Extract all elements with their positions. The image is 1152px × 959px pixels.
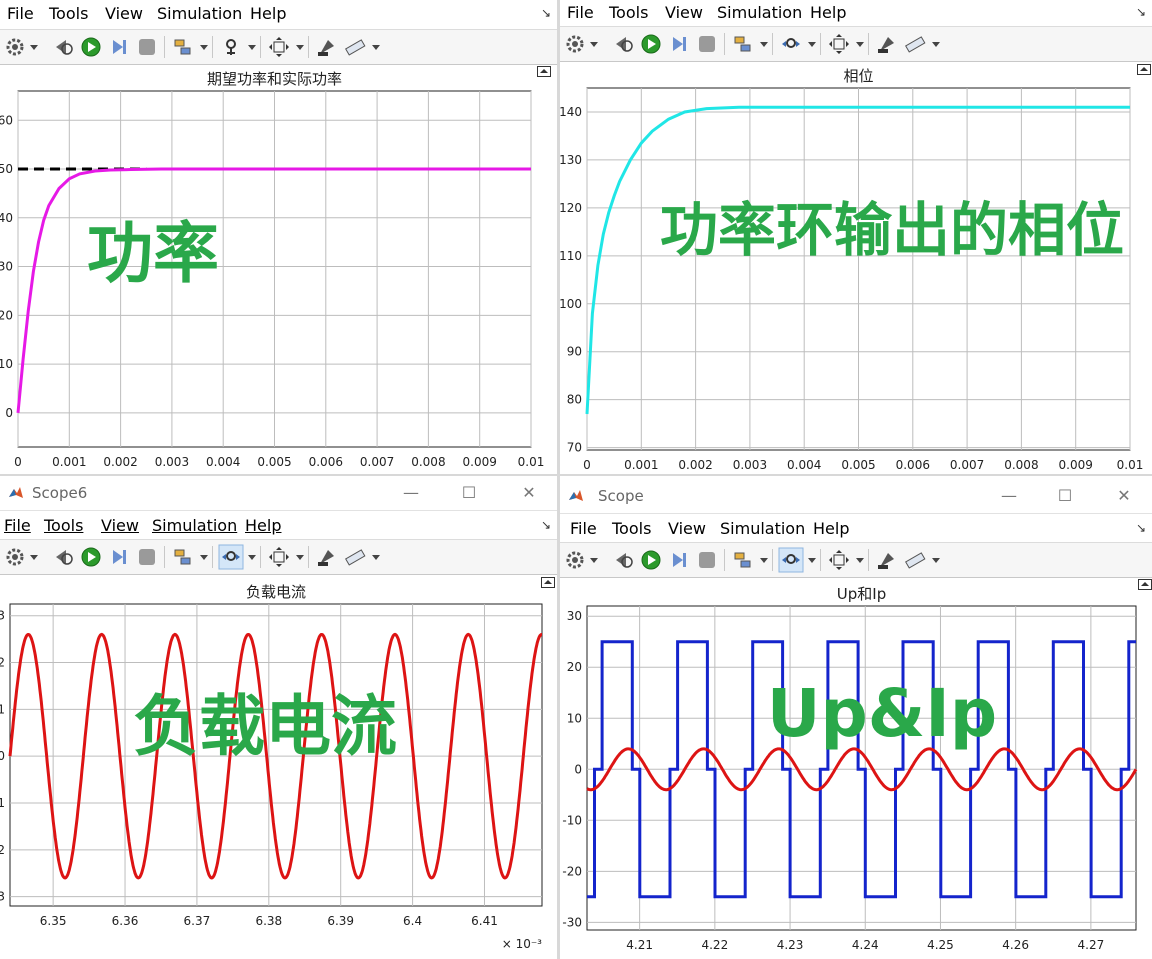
x-tick-label: 4.21 <box>626 938 653 952</box>
x-tick-label: 0 <box>583 458 591 472</box>
y-tick-label: 120 <box>560 201 582 215</box>
x-tick-label: 6.36 <box>112 914 139 928</box>
x-tick-label: 0.004 <box>787 458 821 472</box>
x-tick-label: 0.009 <box>463 455 497 469</box>
plot-title: 相位 <box>843 67 873 85</box>
x-tick-label: 0.008 <box>1004 458 1038 472</box>
pane-divider-horizontal <box>0 474 1152 476</box>
y-tick-label: 1 <box>0 796 5 810</box>
y-tick-label: 10 <box>0 357 13 371</box>
x-tick-label: 0.008 <box>411 455 445 469</box>
overlay-annotation: Up&Ip <box>767 675 997 752</box>
y-tick-label: 10 <box>567 711 582 725</box>
x-tick-label: 0.002 <box>678 458 712 472</box>
x-tick-label: 0.006 <box>309 455 343 469</box>
y-tick-label: 100 <box>560 297 582 311</box>
plot-power: 0 0.001 0.002 0.003 0.004 0.005 0.006 0.007 0.00… <box>0 70 545 469</box>
y-tick-label: 70 <box>567 441 582 455</box>
x-tick-label: 0.003 <box>733 458 767 472</box>
x-tick-label: 0.002 <box>103 455 137 469</box>
x-tick-label: 0.004 <box>206 455 240 469</box>
x-tick-label: 4.23 <box>777 938 804 952</box>
plot-title: Up和Ip <box>837 585 886 603</box>
scope-window-scope: Scope — ☐ ✕ File Tools View Simulation H… <box>560 476 1152 959</box>
y-tick-label: 40 <box>0 211 13 225</box>
x-tick-label: 4.27 <box>1078 938 1105 952</box>
scope-window-scope6: Scope6 — ☐ ✕ File Tools View Simulation … <box>0 476 557 959</box>
x-tick-label: 0.003 <box>155 455 189 469</box>
y-tick-label: 20 <box>567 660 582 674</box>
x-tick-label: 0.005 <box>257 455 291 469</box>
pane-divider-vertical <box>557 0 560 959</box>
plot-title: 负载电流 <box>246 583 306 601</box>
y-tick-label: -10 <box>562 813 582 827</box>
y-tick-label: 0 <box>0 749 5 763</box>
plot-title: 期望功率和实际功率 <box>207 70 342 88</box>
y-tick-label: 90 <box>567 345 582 359</box>
x-tick-label: 4.26 <box>1002 938 1029 952</box>
y-tick-label: 30 <box>567 609 582 623</box>
x-tick-label: 4.25 <box>927 938 954 952</box>
y-tick-label: 3 <box>0 890 5 904</box>
overlay-annotation: 负载电流 <box>133 688 397 765</box>
plot-up-ip: 4.21 4.22 4.23 4.24 4.25 4.26 4.27 30 20 10 0 -10 -2… <box>562 585 1138 952</box>
overlay-annotation: 功率 <box>87 215 219 292</box>
y-tick-label: 30 <box>0 260 13 274</box>
x-tick-label: 6.37 <box>184 914 211 928</box>
y-tick-label: 2 <box>0 843 5 857</box>
x-tick-label: 6.4 <box>403 914 422 928</box>
y-tick-label: 50 <box>0 162 13 176</box>
x-tick-label: 0.006 <box>896 458 930 472</box>
plot-load-current: 6.35 6.36 6.37 6.38 6.39 6.4 6.41 3 2 1 0 1 2 3 负载电流 × … <box>0 583 543 951</box>
scope-window-phase: File Tools View Simulation Help ↘ 0 0.001… <box>560 0 1152 476</box>
x-tick-label: 0.007 <box>360 455 394 469</box>
y-tick-label: 130 <box>560 153 582 167</box>
x-tick-label: 0 <box>14 455 22 469</box>
y-tick-label: 0 <box>574 762 582 776</box>
y-tick-label: -30 <box>562 915 582 929</box>
y-tick-label: 140 <box>560 105 582 119</box>
y-tick-label: 0 <box>5 406 13 420</box>
x-tick-label: 6.35 <box>40 914 67 928</box>
x-exponent-label: × 10⁻³ <box>502 937 542 951</box>
y-tick-label: 80 <box>567 393 582 407</box>
y-tick-label: 2 <box>0 656 5 670</box>
scope-window-power: File Tools View Simulation Help ↘ 0 0.001… <box>0 0 557 476</box>
x-tick-label: 6.38 <box>255 914 282 928</box>
plot-phase: 0 0.001 0.002 0.003 0.004 0.005 0.006 0.007 0.00… <box>560 67 1144 472</box>
y-tick-label: 3 <box>0 609 5 623</box>
x-tick-label: 0.01 <box>1117 458 1144 472</box>
x-tick-label: 0.01 <box>518 455 545 469</box>
y-tick-label: -20 <box>562 864 582 878</box>
x-tick-label: 4.22 <box>701 938 728 952</box>
y-tick-label: 20 <box>0 308 13 322</box>
x-tick-label: 0.001 <box>624 458 658 472</box>
overlay-annotation: 功率环输出的相位 <box>660 196 1124 264</box>
x-tick-label: 0.005 <box>841 458 875 472</box>
x-tick-label: 4.24 <box>852 938 879 952</box>
y-tick-label: 1 <box>0 702 5 716</box>
x-tick-label: 0.007 <box>950 458 984 472</box>
x-tick-label: 0.009 <box>1059 458 1093 472</box>
y-tick-label: 60 <box>0 113 13 127</box>
y-tick-label: 110 <box>560 249 582 263</box>
x-tick-label: 6.39 <box>327 914 354 928</box>
x-tick-label: 6.41 <box>471 914 498 928</box>
x-tick-label: 0.001 <box>52 455 86 469</box>
